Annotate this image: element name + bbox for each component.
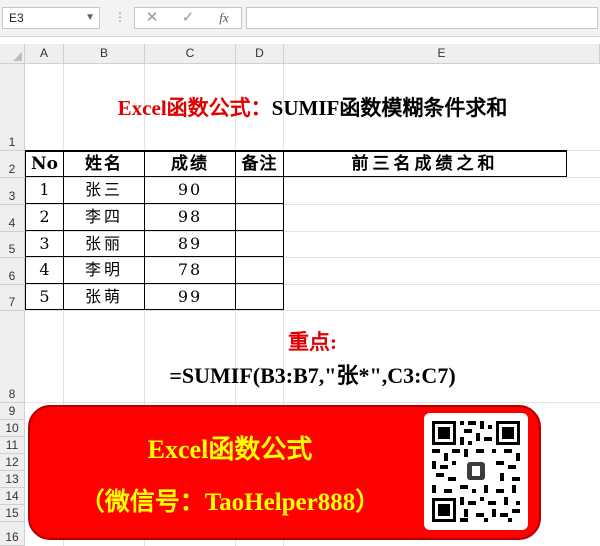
row-header-1[interactable]: 1 — [0, 64, 25, 151]
name-box-value: E3 — [9, 11, 24, 25]
qr-code-image — [424, 413, 528, 530]
grid-line — [25, 402, 600, 403]
cell-no[interactable]: 1 — [26, 177, 63, 203]
cell-score[interactable]: 89 — [145, 231, 235, 257]
title-part-1: Excel函数公式： — [117, 96, 272, 120]
column-header-e[interactable]: E — [284, 44, 600, 64]
key-point-formula: =SUMIF(B3:B7,"张*",C3:C7) — [169, 363, 456, 388]
header-no[interactable]: No — [26, 151, 63, 177]
row-header-3[interactable]: 3 — [0, 178, 25, 205]
title-part-2: SUMIF函数模糊条件求和 — [271, 96, 508, 120]
row-header-6[interactable]: 6 — [0, 258, 25, 285]
cell-note[interactable] — [236, 177, 283, 203]
column-header-d[interactable]: D — [236, 44, 284, 64]
cell-score[interactable]: 90 — [145, 177, 235, 203]
table-border — [566, 150, 567, 177]
cell-score[interactable]: 99 — [145, 284, 235, 310]
column-header-a[interactable]: A — [25, 44, 64, 64]
chevron-down-icon[interactable]: ▼ — [85, 12, 95, 23]
cell-name[interactable]: 张三 — [64, 177, 144, 203]
cell-note[interactable] — [236, 231, 283, 256]
cell-note[interactable] — [236, 204, 283, 230]
row-header-13[interactable]: 13 — [0, 471, 25, 488]
sheet-title: Excel函数公式：SUMIF函数模糊条件求和 — [25, 92, 600, 122]
row-header-16[interactable]: 16 — [0, 522, 25, 546]
cell-name[interactable]: 李四 — [64, 204, 144, 230]
header-score[interactable]: 成绩 — [145, 151, 235, 177]
cell-name[interactable]: 李明 — [64, 257, 144, 283]
grid-line — [25, 310, 600, 311]
row-header-8[interactable]: 8 — [0, 311, 25, 403]
formula-input[interactable] — [246, 7, 598, 29]
row-header-10[interactable]: 10 — [0, 420, 25, 437]
cell-no[interactable]: 3 — [26, 231, 63, 257]
banner-line-2: （微信号：TaoHelper888） — [79, 489, 381, 516]
header-top3-sum[interactable]: 前三名成绩之和 — [284, 151, 566, 177]
selected-cell-e3[interactable] — [284, 177, 566, 203]
enter-icon[interactable]: ✓ — [176, 6, 200, 30]
header-name[interactable]: 姓名 — [64, 151, 144, 177]
cell-no[interactable]: 4 — [26, 257, 63, 283]
cell-score[interactable]: 98 — [145, 204, 235, 230]
row-header-14[interactable]: 14 — [0, 488, 25, 505]
insert-function-icon[interactable]: fx — [212, 6, 236, 30]
row-header-11[interactable]: 11 — [0, 437, 25, 454]
select-all-corner[interactable] — [0, 44, 25, 64]
more-options-icon: ⋮ — [114, 10, 126, 24]
row-header-9[interactable]: 9 — [0, 403, 25, 420]
header-note[interactable]: 备注 — [236, 151, 283, 177]
cancel-icon[interactable]: ✕ — [140, 6, 164, 30]
key-point-label: 重点: — [288, 330, 337, 354]
cell-no[interactable]: 2 — [26, 204, 63, 230]
qr-code-icon — [432, 421, 520, 522]
row-header-15[interactable]: 15 — [0, 505, 25, 522]
row-header-2[interactable]: 2 — [0, 151, 25, 178]
column-header-b[interactable]: B — [64, 44, 145, 64]
name-box[interactable]: E3 ▼ — [2, 7, 100, 29]
column-header-c[interactable]: C — [145, 44, 236, 64]
cell-name[interactable]: 张萌 — [64, 284, 144, 310]
row-header-4[interactable]: 4 — [0, 205, 25, 232]
banner-line-1: Excel函数公式 — [147, 435, 313, 464]
row-header-5[interactable]: 5 — [0, 232, 25, 258]
cell-name[interactable]: 张丽 — [64, 231, 144, 257]
cell-no[interactable]: 5 — [26, 284, 63, 310]
cell-score[interactable]: 78 — [145, 257, 235, 283]
row-header-12[interactable]: 12 — [0, 454, 25, 471]
cell-note[interactable] — [236, 284, 283, 309]
row-header-7[interactable]: 7 — [0, 285, 25, 311]
cell-note[interactable] — [236, 257, 283, 283]
